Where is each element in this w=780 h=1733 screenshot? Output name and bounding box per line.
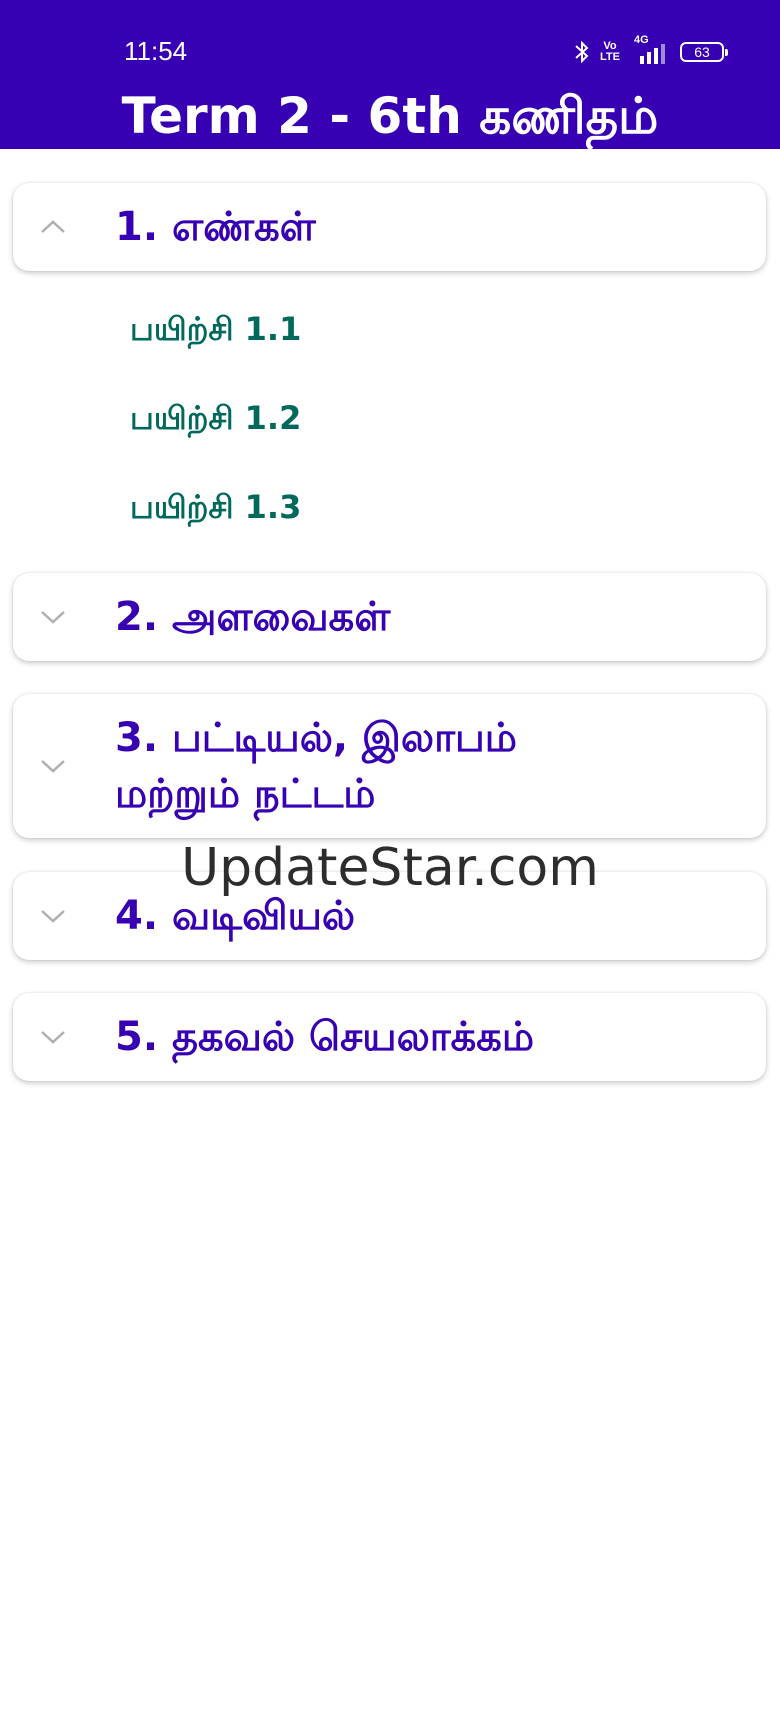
exercise-1-3[interactable]: பயிற்சி 1.3	[130, 488, 301, 530]
chapter-5-header[interactable]: 5. தகவல் செயலாக்கம்	[13, 993, 766, 1081]
chapter-5-label: 5. தகவல் செயலாக்கம்	[115, 1014, 535, 1060]
watermark: UpdateStar.com	[181, 838, 599, 898]
chapter-3-header[interactable]: 3. பட்டியல், இலாபம் மற்றும் நட்டம்	[13, 694, 766, 838]
exercise-1-1[interactable]: பயிற்சி 1.1	[130, 310, 301, 352]
signal-icon: 4G	[630, 34, 670, 66]
chapter-3-label-line2: மற்றும் நட்டம்	[115, 771, 376, 817]
app-header: 11:54 Vo LTE 4G 63 Term 2 - 6th கணிதம்	[0, 0, 780, 149]
chapter-3-label-line1: 3. பட்டியல், இலாபம்	[115, 715, 517, 761]
bluetooth-icon	[574, 39, 590, 65]
battery-icon: 63	[680, 42, 728, 62]
chapter-3-label: 3. பட்டியல், இலாபம் மற்றும் நட்டம்	[115, 710, 517, 822]
chevron-down-icon	[41, 760, 65, 773]
chevron-down-icon	[41, 910, 65, 923]
status-icons: Vo LTE 4G 63	[574, 34, 728, 66]
battery-level: 63	[694, 44, 710, 60]
volte-icon: Vo LTE	[600, 40, 620, 63]
chevron-down-icon	[41, 611, 65, 624]
chevron-down-icon	[41, 1031, 65, 1044]
page-title: Term 2 - 6th கணிதம்	[121, 87, 659, 145]
exercise-1-2[interactable]: பயிற்சி 1.2	[130, 399, 301, 441]
status-time: 11:54	[124, 36, 188, 66]
chapter-1-header[interactable]: 1. எண்கள்	[13, 183, 766, 271]
chevron-up-icon	[41, 220, 65, 233]
chapter-2-label: 2. அளவைகள்	[115, 594, 391, 640]
chapter-2-header[interactable]: 2. அளவைகள்	[13, 573, 766, 661]
chapter-1-label: 1. எண்கள்	[115, 204, 316, 250]
